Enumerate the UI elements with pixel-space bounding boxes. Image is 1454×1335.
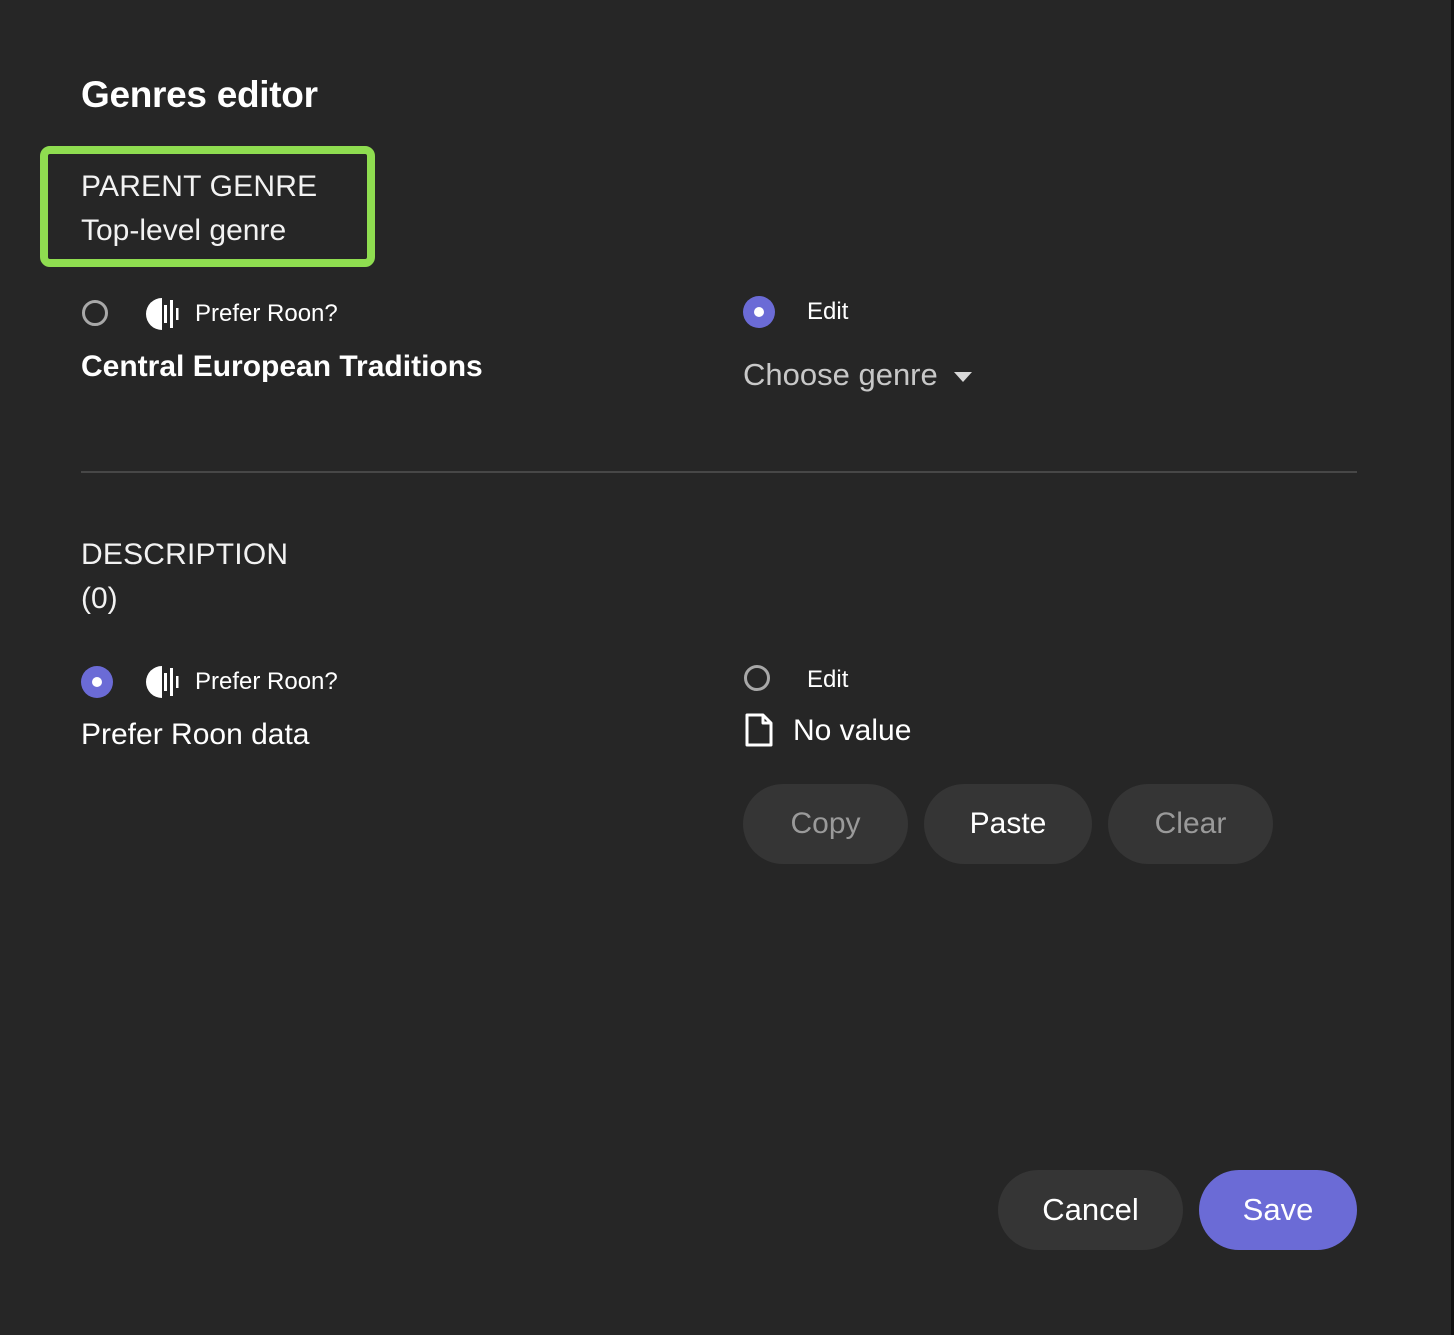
copy-button[interactable]: Copy [743, 784, 908, 864]
edit-radio-parent[interactable] [743, 296, 775, 328]
description-count: (0) [81, 582, 118, 615]
choose-genre-dropdown[interactable]: Choose genre [743, 357, 972, 393]
description-label: DESCRIPTION [81, 538, 289, 571]
cancel-button[interactable]: Cancel [998, 1170, 1183, 1250]
parent-genre-roon-value: Central European Traditions [81, 350, 483, 383]
parent-genre-sublabel: Top-level genre [81, 214, 287, 247]
edit-label-parent: Edit [807, 298, 849, 325]
highlight-box [40, 146, 375, 267]
save-button[interactable]: Save [1199, 1170, 1357, 1250]
parent-genre-label: PARENT GENRE [81, 170, 318, 203]
clear-button[interactable]: Clear [1108, 784, 1273, 864]
caret-down-icon [953, 372, 972, 382]
description-edit-value: No value [793, 714, 912, 747]
prefer-roon-label-parent: Prefer Roon? [195, 300, 338, 327]
section-divider [81, 471, 1357, 473]
document-icon [745, 713, 773, 747]
description-roon-value: Prefer Roon data [81, 718, 310, 751]
edit-radio-description[interactable] [744, 665, 770, 691]
prefer-roon-radio-description[interactable] [81, 666, 113, 698]
paste-button[interactable]: Paste [924, 784, 1092, 864]
roon-icon [146, 666, 179, 698]
dialog-title: Genres editor [81, 74, 318, 115]
prefer-roon-radio-parent[interactable] [82, 300, 108, 326]
prefer-roon-label-description: Prefer Roon? [195, 668, 338, 695]
roon-icon [146, 298, 179, 330]
edit-label-description: Edit [807, 666, 849, 693]
choose-genre-label: Choose genre [743, 357, 938, 392]
